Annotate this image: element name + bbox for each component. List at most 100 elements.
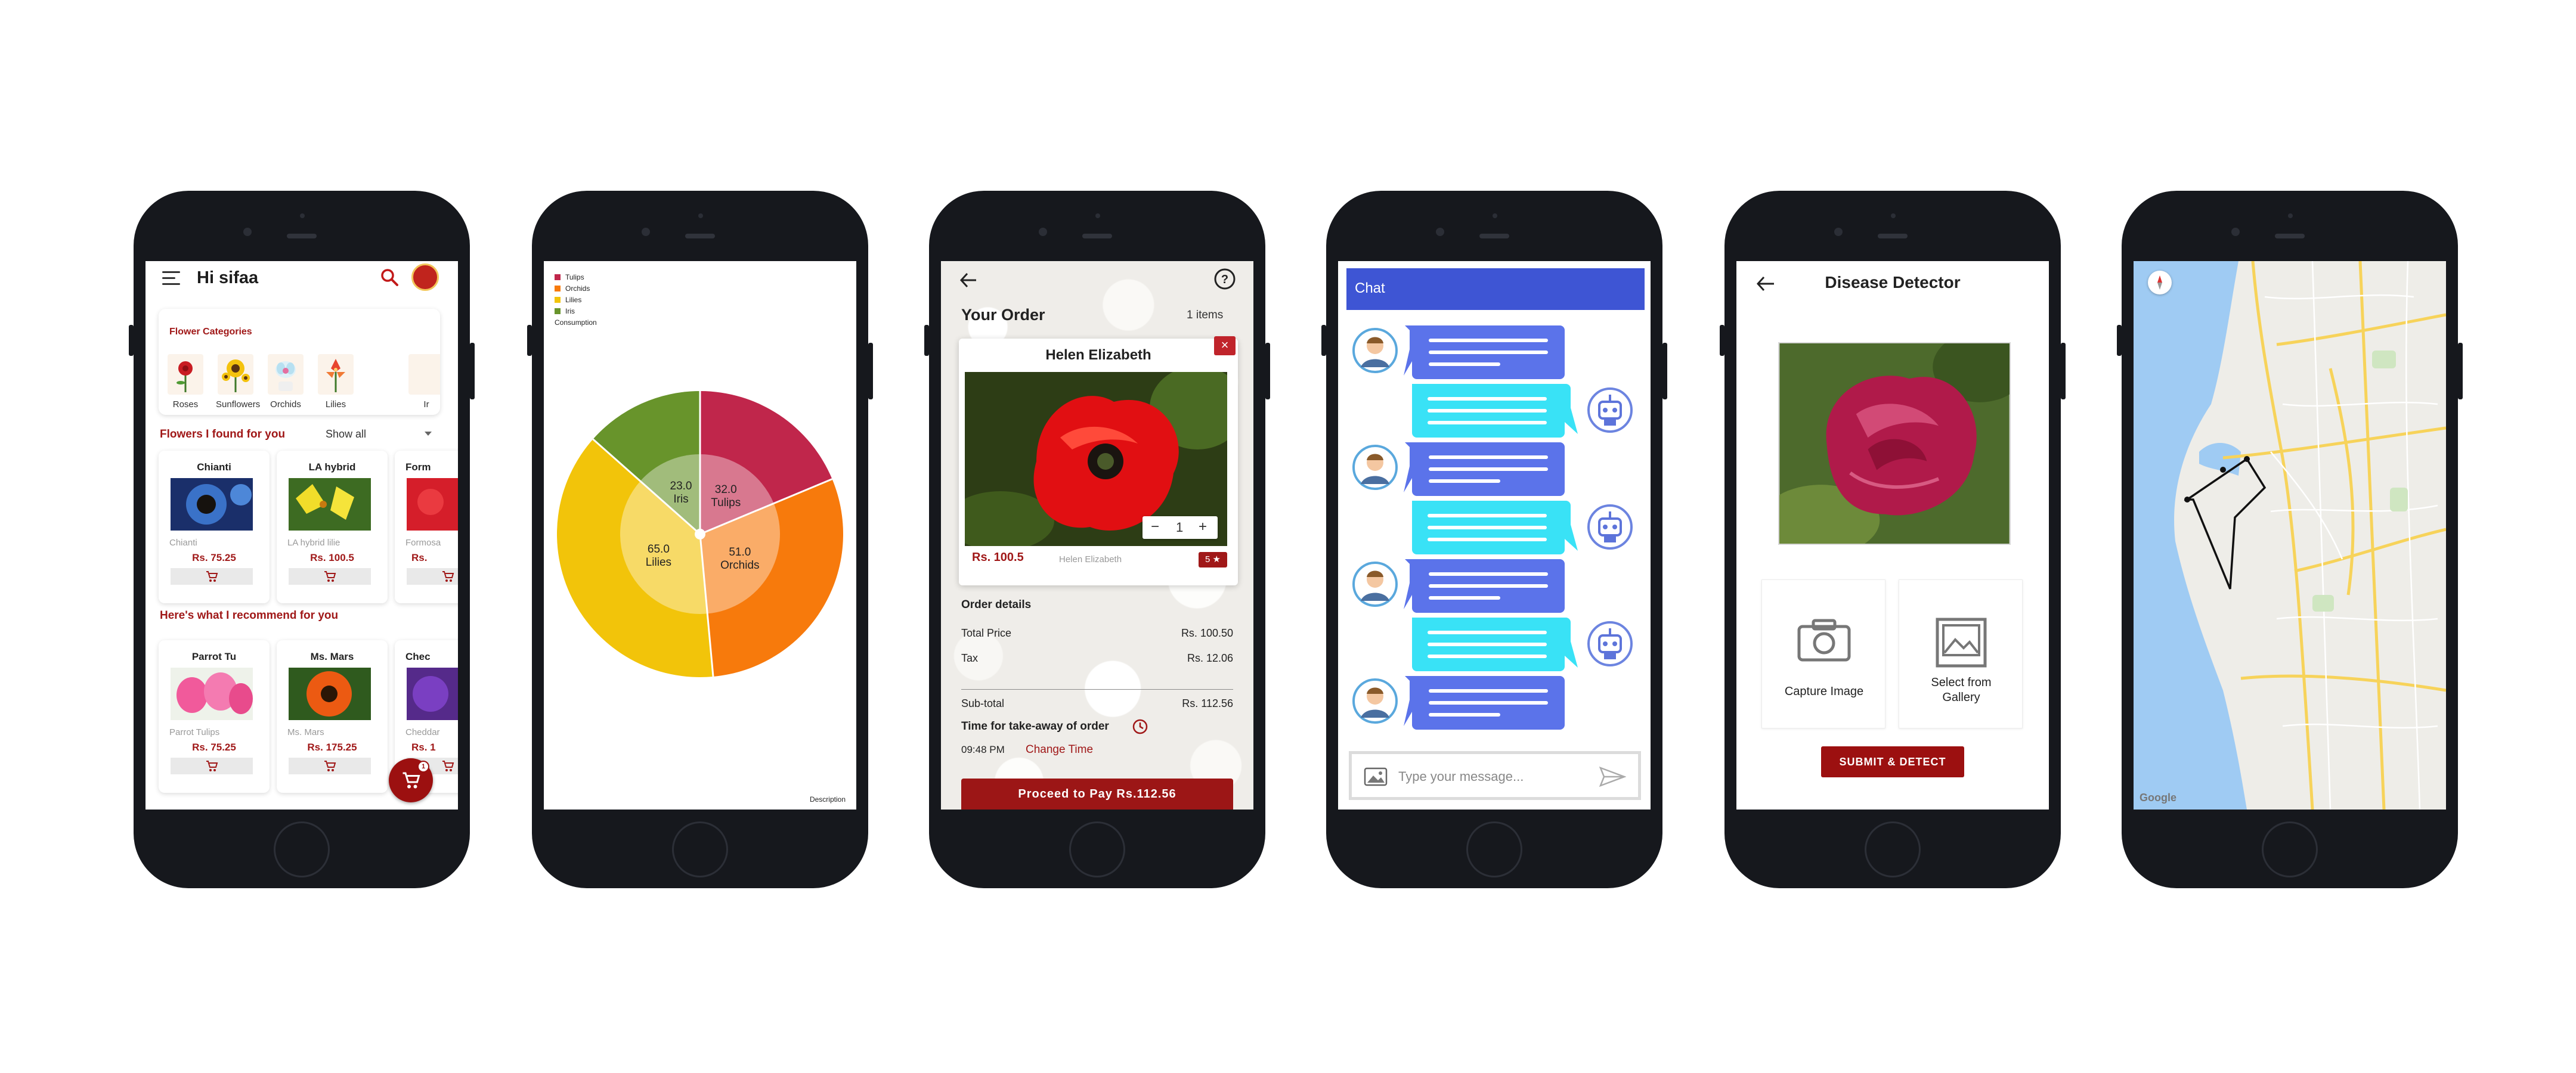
category-lilies[interactable]: Lilies (316, 354, 355, 410)
map-view[interactable] (2134, 261, 2446, 810)
recommend-section-title: Here's what I recommend for you (160, 609, 339, 622)
phone-disease-detector: Disease Detector Capture Image Select fr… (1720, 191, 2066, 888)
add-to-cart-button[interactable] (289, 758, 371, 774)
add-to-cart-button[interactable] (407, 568, 458, 585)
cart-icon (206, 761, 218, 771)
category-sunflowers[interactable]: Sunflowers (216, 354, 261, 410)
phone-speaker (1082, 234, 1112, 238)
home-button[interactable] (1466, 821, 1522, 877)
capture-image-button[interactable]: Capture Image (1761, 579, 1885, 728)
product-image (289, 668, 371, 720)
home-button[interactable] (1865, 821, 1921, 877)
home-button[interactable] (672, 821, 728, 877)
cart-icon (442, 571, 454, 582)
avatar[interactable] (411, 263, 439, 291)
product-image (289, 478, 371, 531)
add-to-cart-button[interactable] (289, 568, 371, 585)
gallery-icon (1936, 618, 1987, 668)
home-button[interactable] (274, 821, 330, 877)
search-icon[interactable] (379, 267, 400, 287)
send-icon[interactable] (1599, 766, 1626, 787)
categories-card: Flower Categories Roses Sunflowers Orchi… (159, 309, 440, 415)
image-icon[interactable] (1364, 767, 1388, 786)
back-arrow-icon[interactable] (959, 272, 978, 289)
phone-camera (1436, 228, 1444, 236)
add-to-cart-button[interactable] (171, 568, 253, 585)
page-title: Disease Detector (1825, 273, 1961, 291)
product-price: Rs. 75.25 (192, 742, 236, 753)
rating-badge: 5 ★ (1199, 552, 1227, 567)
category-label: Sunflowers (216, 399, 261, 410)
cart-icon (324, 571, 336, 582)
home-button[interactable] (2262, 821, 2318, 877)
order-screen: ? Your Order 1 items × Helen Elizabeth −… (941, 261, 1253, 810)
category-roses[interactable]: Roses (166, 354, 205, 410)
help-icon[interactable]: ? (1213, 267, 1237, 291)
product-card[interactable]: Ms. Mars Ms. Mars Rs. 175.25 (277, 640, 388, 793)
category-label: Orchids (270, 399, 301, 410)
row-value: Rs. 12.06 (1187, 652, 1233, 664)
quantity-stepper[interactable]: − 1 + (1143, 516, 1218, 539)
proceed-to-pay-button[interactable]: Proceed to Pay Rs.112.56 (961, 779, 1233, 810)
camera-icon (1797, 619, 1851, 662)
product-name: Parrot Tu (191, 651, 237, 662)
select-gallery-label: Select from Gallery (1931, 676, 1992, 704)
clock-icon (1132, 719, 1148, 734)
product-price: Rs. 1 (411, 742, 436, 753)
message-input[interactable]: Type your message... (1349, 751, 1641, 800)
cart-count-badge: 1 (417, 761, 429, 773)
product-card[interactable]: LA hybrid LA hybrid lilie Rs. 100.5 (277, 451, 388, 603)
phone-sensor (1095, 213, 1100, 218)
home-button[interactable] (1069, 821, 1125, 877)
bot-message (1412, 384, 1633, 438)
product-subtitle: Parrot Tulips (169, 727, 220, 737)
order-row: Total Price Rs. 100.50 (961, 627, 1233, 640)
phone-home: Hi sifaa Flower Categories Roses Sunflow… (129, 191, 475, 888)
lily-thumbnail (318, 354, 354, 395)
chart-screen: Tulips Orchids Lilies Iris Consumption 3… (544, 261, 856, 810)
product-image (171, 478, 253, 531)
submit-detect-button[interactable]: SUBMIT & DETECT (1821, 746, 1964, 777)
home-header: Hi sifaa (145, 261, 458, 298)
select-gallery-button[interactable]: Select from Gallery (1899, 579, 2023, 728)
category-iris[interactable]: Ir (407, 354, 440, 410)
iris-thumbnail (408, 354, 440, 395)
category-orchids[interactable]: Orchids (266, 354, 305, 410)
cart-fab-button[interactable]: 1 (389, 758, 433, 802)
orchid-thumbnail (268, 354, 304, 395)
plus-icon[interactable]: + (1199, 519, 1207, 535)
cart-icon (206, 571, 218, 582)
product-name: Form (405, 461, 431, 473)
rose-photo (1778, 342, 2011, 545)
phone-camera (243, 228, 252, 236)
slice-name-label: Iris (673, 493, 688, 506)
phone-camera (1039, 228, 1047, 236)
divider (961, 689, 1233, 690)
product-subtitle: Formosa (405, 538, 441, 548)
category-label: Lilies (325, 399, 346, 410)
menu-icon[interactable] (162, 271, 180, 286)
compass-icon[interactable] (2148, 271, 2172, 294)
change-time-link[interactable]: Change Time (1026, 743, 1093, 756)
home-screen: Hi sifaa Flower Categories Roses Sunflow… (145, 261, 458, 810)
map-screen[interactable]: Google (2134, 261, 2446, 810)
greeting-title: Hi sifaa (197, 268, 259, 287)
order-row: Tax Rs. 12.06 (961, 652, 1233, 665)
phone-camera (2231, 228, 2240, 236)
show-all-dropdown[interactable]: Show all (326, 428, 366, 441)
product-price: Rs. (411, 552, 428, 563)
product-card[interactable]: Parrot Tu Parrot Tulips Rs. 75.25 (159, 640, 270, 793)
product-card[interactable]: Chianti Chianti Rs. 75.25 (159, 451, 270, 603)
product-card[interactable]: Form Formosa Rs. (395, 451, 458, 603)
phone-order: ? Your Order 1 items × Helen Elizabeth −… (924, 191, 1270, 888)
minus-icon[interactable]: − (1151, 519, 1159, 535)
phone-map: Google (2117, 191, 2463, 888)
add-to-cart-button[interactable] (171, 758, 253, 774)
product-image (407, 668, 458, 720)
order-row: Sub-total Rs. 112.56 (961, 697, 1233, 710)
slice-name-label: Orchids (720, 559, 759, 572)
chevron-down-icon[interactable] (425, 432, 432, 436)
phone-sensor (698, 213, 703, 218)
category-label: Ir (423, 399, 429, 410)
product-name: Chec (405, 651, 431, 662)
